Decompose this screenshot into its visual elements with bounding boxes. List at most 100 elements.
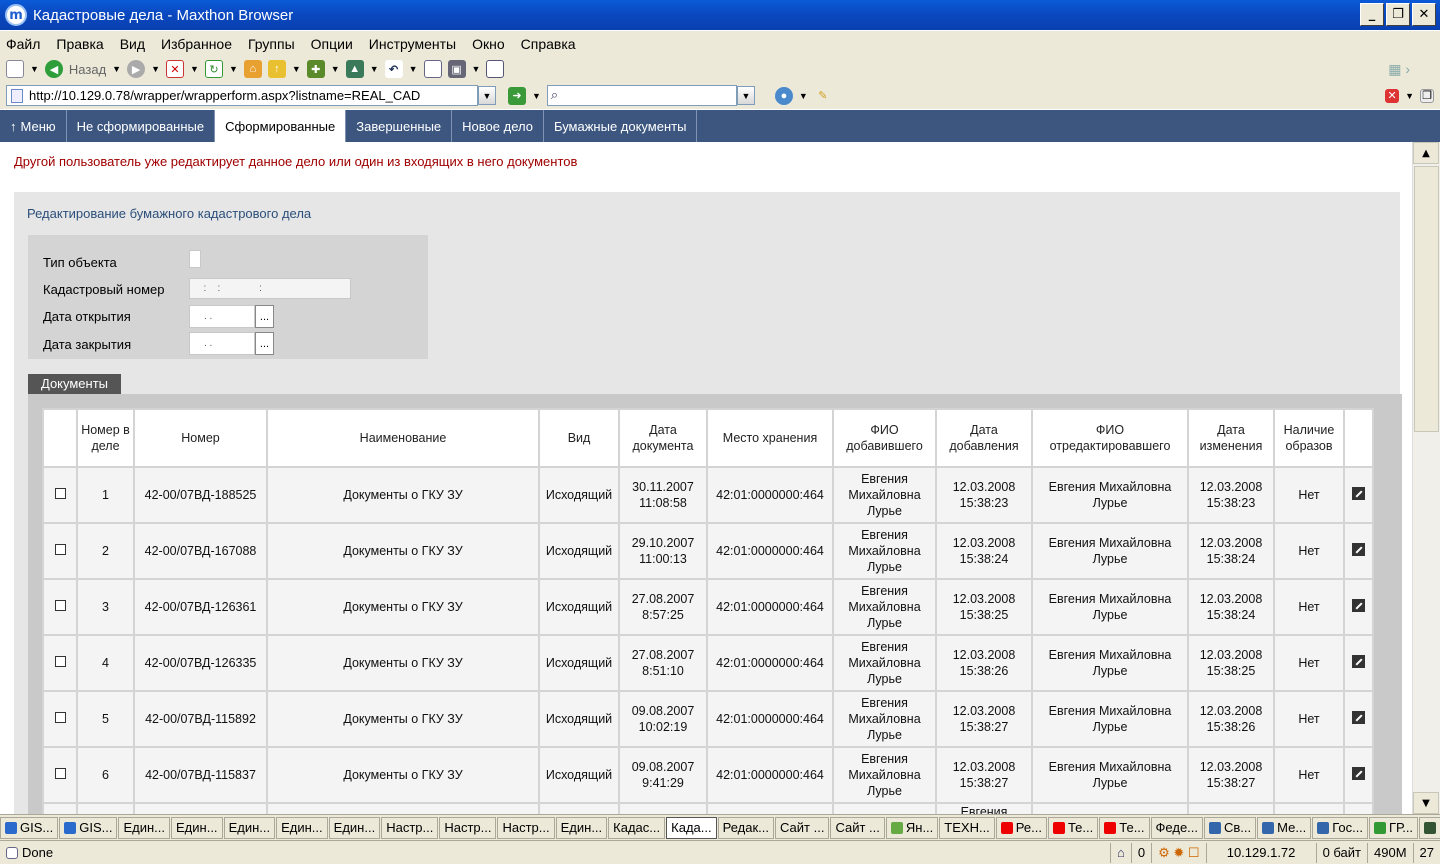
taskbar-item[interactable]: Един... (223, 816, 276, 839)
taskbar-item[interactable]: Те... (1099, 816, 1150, 839)
taskbar-item[interactable]: Един... (118, 816, 171, 839)
table-row[interactable]: 2 42-00/07ВД-167088 Документы о ГКУ ЗУ Исхо… (42, 522, 1374, 580)
scroll-thumb[interactable] (1414, 166, 1439, 432)
fullscreen-icon[interactable] (486, 60, 505, 78)
scroll-down-icon[interactable]: ▼ (1413, 792, 1439, 814)
menu-help[interactable]: Справка (521, 36, 576, 52)
close-tab-icon[interactable]: ✕ (1385, 88, 1400, 103)
edit-icon[interactable] (1352, 654, 1365, 668)
edit-icon[interactable] (1352, 598, 1365, 612)
tab-completed[interactable]: Завершенные (346, 110, 453, 142)
stop-dropdown-icon[interactable]: ▼ (190, 64, 199, 74)
vertical-scrollbar[interactable]: ▲ ▼ (1412, 142, 1440, 814)
back-arrow-icon[interactable]: ◀ (44, 60, 63, 78)
undo-icon[interactable]: ↶ (384, 60, 403, 78)
go-dropdown-icon[interactable]: ▼ (532, 91, 541, 101)
taskbar-item[interactable]: Настр... (497, 816, 555, 839)
taskbar-item[interactable]: Ме... (1257, 816, 1312, 839)
taskbar-item[interactable]: ГР... (1368, 816, 1419, 839)
edit-icon[interactable] (1352, 766, 1365, 780)
toolbar-grid-icon[interactable]: ▦ › (1388, 61, 1410, 78)
menu-edit[interactable]: Правка (56, 36, 103, 52)
taskbar-item[interactable]: Един... (555, 816, 608, 839)
taskbar-item[interactable]: Када... (666, 816, 717, 839)
tools-icon[interactable]: ▲ (345, 60, 364, 78)
taskbar-item[interactable]: Сайт ... (830, 816, 885, 839)
up-folder-icon[interactable]: ↑ (267, 60, 286, 78)
url-dropdown-icon[interactable]: ▼ (478, 86, 496, 105)
tab-new-case[interactable]: Новое дело (452, 110, 544, 142)
taskbar-item[interactable]: Един... (276, 816, 328, 839)
taskbar-item[interactable]: Настр... (439, 816, 497, 839)
open-date-input[interactable]: . . (189, 305, 255, 328)
taskbar-item[interactable]: 19 ... (1419, 816, 1440, 839)
row-checkbox[interactable] (54, 768, 66, 779)
forward-arrow-icon[interactable]: ▶ (127, 60, 146, 78)
taskbar-item[interactable]: GIS... (0, 816, 59, 839)
globe-icon[interactable]: ● (774, 86, 793, 105)
edit-icon[interactable] (1352, 710, 1365, 724)
open-date-picker-button[interactable]: ... (255, 305, 274, 328)
taskbar-item[interactable]: Сайт ... (775, 816, 830, 839)
edit-icon[interactable] (1352, 542, 1365, 556)
taskbar-item[interactable]: Редак... (717, 816, 774, 839)
back-dropdown-icon[interactable]: ▼ (112, 64, 121, 74)
taskbar-item[interactable]: Феде... (1150, 816, 1204, 839)
tab-paper-documents[interactable]: Бумажные документы (544, 110, 698, 142)
taskbar-item[interactable]: Гос... (1312, 816, 1368, 839)
edit-icon[interactable] (1352, 486, 1365, 500)
cadastral-number-input[interactable]: : : : (189, 278, 351, 299)
tab-formed[interactable]: Сформированные (215, 110, 347, 142)
home-icon[interactable]: ⌂ (243, 60, 262, 78)
menu-favorites[interactable]: Избранное (161, 36, 232, 52)
new-page-dropdown-icon[interactable]: ▼ (30, 64, 39, 74)
tab-menu[interactable]: ↑ Меню (0, 110, 67, 142)
search-input[interactable]: ⌕ (546, 85, 737, 106)
search-dropdown-icon[interactable]: ▼ (736, 86, 755, 105)
row-checkbox[interactable] (54, 544, 66, 555)
tab-not-formed[interactable]: Не сформированные (67, 110, 216, 142)
row-checkbox[interactable] (54, 600, 66, 611)
highlight-icon[interactable]: ✎ (814, 87, 832, 105)
popup-blocker-icon[interactable]: ⌂ (1110, 842, 1131, 863)
forward-dropdown-icon[interactable]: ▼ (151, 64, 160, 74)
groups-icon[interactable]: ✚ (306, 60, 325, 78)
sidebar-icon[interactable] (423, 60, 442, 78)
taskbar-item[interactable]: Един... (171, 816, 223, 839)
close-date-picker-button[interactable]: ... (255, 332, 274, 355)
screenshot-dropdown-icon[interactable]: ▼ (472, 64, 481, 74)
menu-view[interactable]: Вид (120, 36, 145, 52)
status-plugins-icon[interactable]: ⚙ ✹ ☐ (1151, 842, 1205, 863)
row-checkbox[interactable] (54, 712, 66, 723)
tools-dropdown-icon[interactable]: ▼ (370, 64, 379, 74)
up-dropdown-icon[interactable]: ▼ (292, 64, 301, 74)
taskbar-item[interactable]: Те... (1047, 816, 1099, 839)
taskbar-item[interactable]: Един... (328, 816, 381, 839)
groups-dropdown-icon[interactable]: ▼ (331, 64, 340, 74)
table-row[interactable]: 3 42-00/07ВД-126361 Документы о ГКУ ЗУ Исхо… (42, 578, 1374, 636)
scroll-up-icon[interactable]: ▲ (1413, 142, 1439, 164)
minimize-button[interactable]: _ (1360, 3, 1384, 26)
taskbar-item[interactable]: Ян... (885, 816, 939, 839)
table-row[interactable]: 6 42-00/07ВД-115837 Документы о ГКУ ЗУ Исхо… (42, 746, 1374, 804)
new-page-icon[interactable] (6, 60, 24, 78)
maximize-button[interactable]: ❐ (1386, 3, 1410, 26)
documents-tab[interactable]: Документы (28, 374, 122, 394)
restore-tab-icon[interactable]: ❐ (1420, 88, 1434, 103)
taskbar-item[interactable]: Настр... (381, 816, 439, 839)
back-button-label[interactable]: Назад (69, 62, 106, 77)
object-type-select[interactable] (189, 250, 201, 268)
url-input[interactable]: http://10.129.0.78/wrapper/wrapperform.a… (6, 85, 478, 106)
row-checkbox[interactable] (54, 656, 66, 667)
menu-groups[interactable]: Группы (248, 36, 295, 52)
taskbar-item[interactable]: GIS... (59, 816, 118, 839)
refresh-icon[interactable]: ↻ (204, 60, 223, 78)
refresh-dropdown-icon[interactable]: ▼ (229, 64, 238, 74)
taskbar-item[interactable]: ТЕХН... (939, 816, 995, 839)
stop-icon[interactable]: ✕ (166, 60, 185, 78)
close-date-input[interactable]: . . (189, 332, 255, 355)
menu-file[interactable]: Файл (6, 36, 40, 52)
taskbar-item[interactable]: Кадас... (608, 816, 666, 839)
menu-options[interactable]: Опции (311, 36, 353, 52)
taskbar-item[interactable]: Св... (1204, 816, 1257, 839)
